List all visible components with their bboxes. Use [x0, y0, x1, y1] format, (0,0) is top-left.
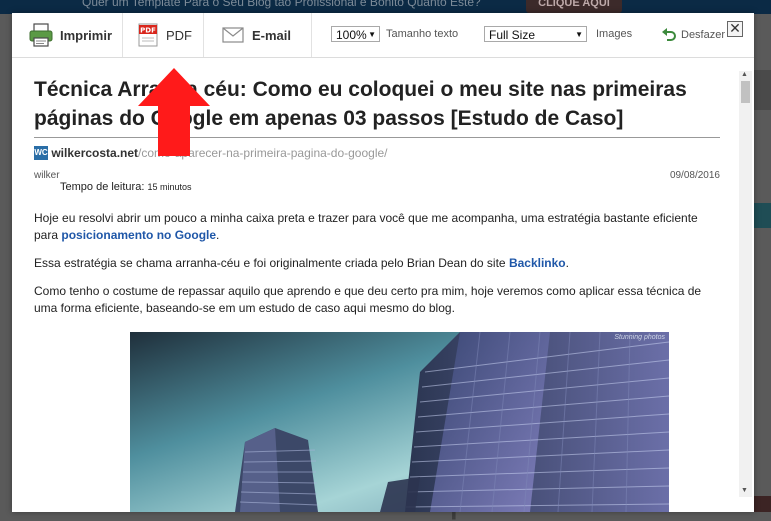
text-size-label: Tamanho texto	[386, 28, 459, 40]
close-button[interactable]: ✕	[727, 21, 743, 37]
reading-time-value: 15 minutos	[147, 182, 192, 192]
paragraph-text: .	[565, 256, 569, 270]
link-backlinko[interactable]: Backlinko	[509, 256, 566, 270]
printer-icon	[28, 22, 54, 48]
toolbar-divider	[203, 13, 204, 57]
undo-icon	[662, 28, 676, 42]
undo-label: Desfazer	[681, 29, 726, 41]
dialog-toolbar: Imprimir PDF PDF E-mail 100% ▼ Tamanho t…	[12, 13, 754, 58]
print-friendly-dialog: Imprimir PDF PDF E-mail 100% ▼ Tamanho t…	[12, 13, 754, 512]
photo-credit: Stunning photos	[614, 334, 665, 341]
envelope-icon	[222, 27, 244, 43]
image-size-value: Full Size	[489, 28, 536, 42]
article-source: WC wilkercosta.net/como-aparecer-na-prim…	[34, 145, 388, 161]
background-teal-block	[754, 203, 771, 228]
scrollbar-thumb[interactable]	[741, 81, 750, 103]
paragraph-text: .	[216, 228, 220, 242]
article-date: 09/08/2016	[669, 170, 720, 181]
title-divider	[34, 137, 720, 138]
background-promo-bar: Quer um Template Para o Seu Blog tão Pro…	[0, 0, 771, 14]
pdf-label: PDF	[166, 27, 192, 43]
content-scrollbar[interactable]: ▲ ▼	[739, 71, 752, 497]
scroll-up-icon[interactable]: ▲	[741, 71, 748, 78]
email-label: E-mail	[252, 27, 292, 43]
text-size-select[interactable]: 100% ▼	[331, 26, 380, 42]
toolbar-divider	[311, 13, 312, 57]
pdf-button[interactable]: PDF PDF	[138, 13, 192, 57]
svg-text:PDF: PDF	[140, 27, 156, 35]
background-promo-button: CLIQUE AQUI	[526, 0, 622, 13]
close-icon: ✕	[729, 20, 741, 36]
image-size-select[interactable]: Full Size ▼	[484, 26, 587, 42]
chevron-down-icon: ▼	[368, 30, 376, 39]
reading-time: Tempo de leitura: 15 minutos	[60, 181, 191, 193]
paragraph-case-study: Como tenho o costume de repassar aquilo …	[34, 284, 702, 315]
undo-button[interactable]: Desfazer	[662, 13, 725, 57]
background-strip	[754, 70, 771, 110]
images-label: Images	[596, 28, 633, 40]
article-author: wilker	[34, 170, 60, 181]
site-logo-icon: WC	[34, 145, 48, 160]
article-skyscraper-image: Stunning photos	[130, 332, 669, 512]
print-button[interactable]: Imprimir	[28, 13, 112, 57]
source-domain: wilkercosta.net	[51, 145, 139, 160]
article-title: Técnica Arranha céu: Como eu coloquei o …	[34, 78, 687, 130]
text-size-value: 100%	[336, 28, 367, 42]
pdf-icon: PDF	[138, 23, 158, 47]
print-label: Imprimir	[60, 27, 113, 43]
red-up-arrow-icon	[138, 68, 210, 156]
email-button[interactable]: E-mail	[222, 13, 291, 57]
background-promo-text: Quer um Template Para o Seu Blog tão Pro…	[82, 0, 481, 9]
link-posicionamento[interactable]: posicionamento no Google	[61, 228, 216, 242]
paragraph-origin: Essa estratégia se chama arranha-céu e f…	[34, 255, 720, 272]
scroll-down-icon[interactable]: ▼	[741, 487, 748, 494]
paragraph-text: Essa estratégia se chama arranha-céu e f…	[34, 256, 509, 270]
toolbar-divider	[122, 13, 123, 57]
chevron-down-icon: ▼	[575, 30, 583, 39]
reading-time-label: Tempo de leitura:	[60, 181, 148, 193]
paragraph-intro: Hoje eu resolvi abrir um pouco a minha c…	[34, 210, 720, 244]
